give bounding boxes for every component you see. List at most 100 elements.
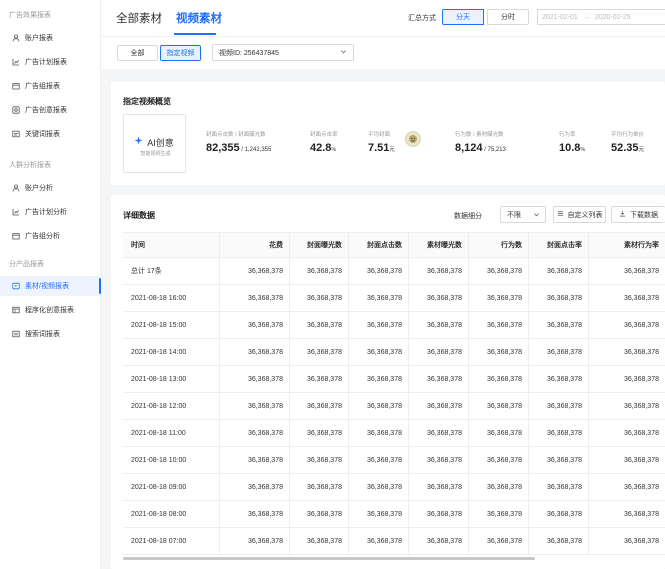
date-separator: →	[582, 13, 590, 21]
column-header[interactable]: 花费	[220, 233, 290, 257]
column-header[interactable]: 素材行为率	[589, 233, 665, 257]
metric-avg-cover: 平均封面 7.51元	[368, 130, 395, 154]
value-cell: 36,368,378	[349, 528, 409, 554]
search-report-icon	[12, 330, 20, 338]
sidebar-item-campaign-report[interactable]: 广告计划报表	[0, 52, 101, 72]
horizontal-scrollbar[interactable]	[123, 557, 535, 560]
tab-video-materials[interactable]: 视频素材	[176, 10, 222, 26]
value-cell: 36,368,378	[529, 366, 589, 392]
sidebar: 广告效果报表 账户报表 广告计划报表 广告组报表 广告创意报表 关键词报表 人群…	[0, 0, 101, 569]
face-icon	[409, 135, 417, 143]
column-header[interactable]: 封面曝光数	[290, 233, 349, 257]
value-cell: 36,368,378	[529, 258, 589, 284]
summary-by-day-button[interactable]: 分天	[442, 9, 484, 25]
value-cell: 36,368,378	[409, 474, 469, 500]
metric-value: 10.8	[559, 142, 581, 154]
value-cell: 36,368,378	[623, 537, 659, 545]
date-range-picker[interactable]: 2021-02-01 → 2020-02-25	[537, 9, 665, 25]
value-cell: 36,368,378	[220, 501, 290, 527]
sidebar-item-account-analysis[interactable]: 账户分析	[0, 178, 101, 198]
metric-label: 行为率	[559, 132, 576, 138]
sidebar-item-keyword-report[interactable]: 关键词报表	[0, 124, 101, 144]
tab-all-materials[interactable]: 全部素材	[116, 10, 162, 26]
ai-creative-title: AI创意	[147, 138, 174, 148]
sidebar-item-creative-report[interactable]: 广告创意报表	[0, 100, 101, 120]
metric-cover-ctr: 封面点击率 42.8%	[310, 130, 338, 154]
value-cell: 36,368,378	[529, 339, 589, 365]
program-icon	[12, 306, 20, 314]
value-cell: 36,368,378	[469, 339, 529, 365]
video-id-select[interactable]: 视频ID: 256437845	[212, 44, 354, 61]
value-cell: 36,368,378	[220, 285, 290, 311]
sidebar-item-label: 广告创意报表	[25, 107, 67, 114]
filter-specified-video-button[interactable]: 指定视频	[160, 45, 201, 61]
value-cell: 36,368,378	[623, 402, 659, 410]
sidebar-item-adgroup-analysis[interactable]: 广告组分析	[0, 226, 101, 246]
table-header-row: 时间 花费 封面曝光数 封面点击数 素材曝光数 行为数 封面点击率 素材行为率	[123, 233, 665, 258]
time-cell: 总计 17条	[123, 258, 220, 284]
dimension-label: 数据细分	[454, 213, 482, 220]
summary-by-hour-button[interactable]: 分时	[487, 9, 529, 25]
value-cell: 36,368,378	[623, 429, 659, 437]
column-header[interactable]: 封面点击数	[349, 233, 409, 257]
time-cell: 2021-08-18 07:00	[123, 528, 220, 554]
time-cell: 2021-08-18 14:00	[123, 339, 220, 365]
column-header[interactable]: 时间	[123, 233, 220, 257]
value-cell: 36,368,378	[290, 285, 349, 311]
column-header[interactable]: 封面点击率	[529, 233, 589, 257]
filter-all-button[interactable]: 全部	[117, 45, 158, 61]
detail-table: 时间 花费 封面曝光数 封面点击数 素材曝光数 行为数 封面点击率 素材行为率 总计 17条 36…	[123, 232, 665, 555]
metric-unit: 元	[389, 147, 395, 153]
value-cell: 36,368,378	[623, 456, 659, 464]
value-cell: 36,368,378	[349, 420, 409, 446]
column-header[interactable]: 行为数	[469, 233, 529, 257]
value-cell: 36,368,378	[290, 420, 349, 446]
column-header[interactable]: 素材曝光数	[409, 233, 469, 257]
value-cell: 36,368,378	[220, 420, 290, 446]
ai-creative-button[interactable]: AI创意 智能视频生成	[123, 114, 186, 173]
value-cell: 36,368,378	[469, 285, 529, 311]
video-id-value: 视频ID: 256437845	[219, 49, 279, 57]
value-cell: 36,368,378	[469, 312, 529, 338]
value-cell: 36,368,378	[623, 321, 659, 329]
sidebar-item-programmatic-report[interactable]: 程序化创意报表	[0, 300, 101, 320]
value-cell: 36,368,378	[220, 258, 290, 284]
value-cell: 36,368,378	[529, 420, 589, 446]
custom-columns-button[interactable]: 自定义列表	[553, 206, 606, 223]
value-cell: 36,368,378	[290, 474, 349, 500]
value-cell: 36,368,378	[220, 474, 290, 500]
sidebar-item-video-report[interactable]: 素材/视频报表	[0, 276, 101, 296]
download-icon	[619, 210, 626, 219]
sidebar-item-campaign-analysis[interactable]: 广告计划分析	[0, 202, 101, 222]
value-cell: 36,368,378	[220, 366, 290, 392]
value-cell: 36,368,378	[349, 393, 409, 419]
metric-value: 82,355	[206, 142, 240, 154]
assistant-avatar[interactable]	[405, 131, 421, 147]
sidebar-item-search-term-report[interactable]: 搜索词报表	[0, 324, 101, 344]
sidebar-item-adgroup-report[interactable]: 广告组报表	[0, 76, 101, 96]
sidebar-item-account-report[interactable]: 账户报表	[0, 28, 101, 48]
sidebar-item-label: 程序化创意报表	[25, 307, 74, 314]
value-cell: 36,368,378	[529, 393, 589, 419]
video-overview-card: 指定视频概览 AI创意 智能视频生成 封面点击数 / 封面曝光数 82,355 …	[111, 82, 665, 185]
value-cell: 36,368,378	[409, 366, 469, 392]
metric-actions: 行为数 / 素材曝光数 8,124 / 75,213	[455, 130, 506, 154]
main-content: 全部素材 视频素材 汇总方式 分天 分时 2021-02-01 → 2020-0…	[101, 0, 665, 569]
metric-label: 平均行为单价	[611, 132, 645, 138]
download-button[interactable]: 下载数据	[611, 206, 665, 223]
value-cell: 36,368,378	[290, 366, 349, 392]
value-cell: 36,368,378	[349, 474, 409, 500]
metric-value: 52.35	[611, 142, 639, 154]
value-cell: 36,368,378	[623, 267, 659, 275]
value-cell: 36,368,378	[220, 393, 290, 419]
date-start: 2021-02-01	[542, 13, 578, 21]
dimension-value: 不限	[507, 211, 521, 219]
value-cell: 36,368,378	[529, 447, 589, 473]
value-cell: 36,368,378	[529, 474, 589, 500]
video-icon	[12, 282, 20, 290]
value-cell: 36,368,378	[469, 447, 529, 473]
overview-title: 指定视频概览	[123, 97, 171, 106]
metric-label: 行为数 / 素材曝光数	[455, 132, 504, 138]
dimension-select[interactable]: 不限	[500, 206, 546, 223]
active-tab-indicator	[174, 33, 216, 35]
